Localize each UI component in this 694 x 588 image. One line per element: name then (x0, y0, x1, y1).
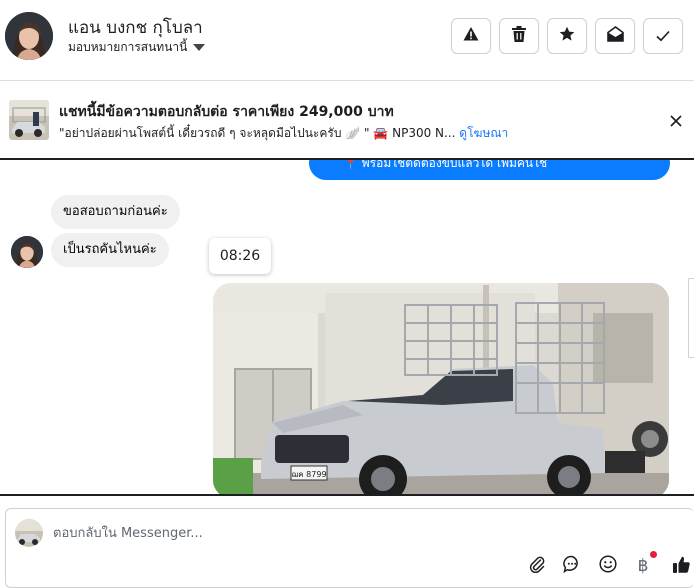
conversation-header: แอน บงกช กุโบลา มอบหมายการสนทนานี้ (0, 0, 694, 81)
saved-replies-button[interactable] (561, 555, 583, 577)
reply-composer: ฿ (0, 494, 694, 588)
delete-button[interactable] (499, 18, 539, 54)
ad-title: แชทนี้มีข้อความตอบกลับต่อ ราคาเพียง 249,… (59, 104, 394, 120)
notification-dot (650, 551, 657, 558)
mark-unread-button[interactable] (595, 18, 635, 54)
baht-payment-icon: ฿ (637, 556, 649, 576)
received-message[interactable]: ขอสอบถามก่อนค่ะ (51, 195, 180, 229)
thumbs-up-icon (672, 555, 691, 578)
license-plate: ฌค 8799 (291, 470, 326, 479)
message-photo[interactable]: ฌค 8799 (213, 283, 669, 494)
checkmark-icon (656, 27, 670, 46)
trash-icon (512, 26, 526, 46)
message-thread[interactable]: 📍 พร้อมใช้ติดต่องขับแล้วได้ เพิ่มคันใช้ … (0, 160, 694, 494)
close-icon (670, 112, 682, 131)
sender-avatar[interactable] (11, 236, 43, 268)
received-message[interactable]: เป็นรถคันไหนค่ะ (51, 233, 169, 267)
side-panel-edge (688, 278, 694, 358)
ad-snippet: "อย่าปล่อยผ่านโพสต์นี้ เดี๋ยวรถดี ๆ จะหล… (59, 126, 456, 140)
view-ad-link[interactable]: ดูโฆษณา (459, 126, 508, 140)
chevron-down-icon (193, 44, 206, 51)
emoji-button[interactable] (597, 555, 619, 577)
contact-name[interactable]: แอน บงกช กุโบลา (68, 14, 203, 41)
star-icon (559, 26, 575, 46)
assign-label: มอบหมายการสนทนานี้ (68, 40, 188, 54)
paperclip-icon (528, 555, 546, 577)
like-button[interactable] (670, 555, 692, 577)
report-button[interactable] (451, 18, 491, 54)
mark-done-button[interactable] (643, 18, 683, 54)
star-button[interactable] (547, 18, 587, 54)
emoji-icon (599, 555, 617, 577)
close-banner-button[interactable] (666, 111, 686, 131)
assign-conversation-dropdown[interactable]: มอบหมายการสนทนานี้ (68, 38, 206, 57)
page-avatar (15, 519, 43, 547)
payment-button[interactable]: ฿ (632, 551, 657, 577)
timestamp-tooltip: 08:26 (209, 238, 271, 274)
attach-button[interactable] (526, 555, 548, 577)
mark-unread-icon (606, 26, 624, 46)
ad-context-banner: แชทนี้มีข้อความตอบกลับต่อ ราคาเพียง 249,… (0, 81, 694, 160)
contact-avatar[interactable] (5, 12, 53, 60)
ad-snippet-row: "อย่าปล่อยผ่านโพสต์นี้ เดี๋ยวรถดี ๆ จะหล… (59, 124, 508, 143)
reply-input[interactable] (53, 521, 613, 545)
sent-message[interactable]: 📍 พร้อมใช้ติดต่องขับแล้วได้ เพิ่มคันใช้ (309, 160, 670, 180)
report-icon (463, 26, 479, 46)
saved-reply-icon (563, 555, 581, 577)
ad-thumbnail[interactable] (9, 100, 49, 140)
reply-box: ฿ (5, 508, 694, 588)
